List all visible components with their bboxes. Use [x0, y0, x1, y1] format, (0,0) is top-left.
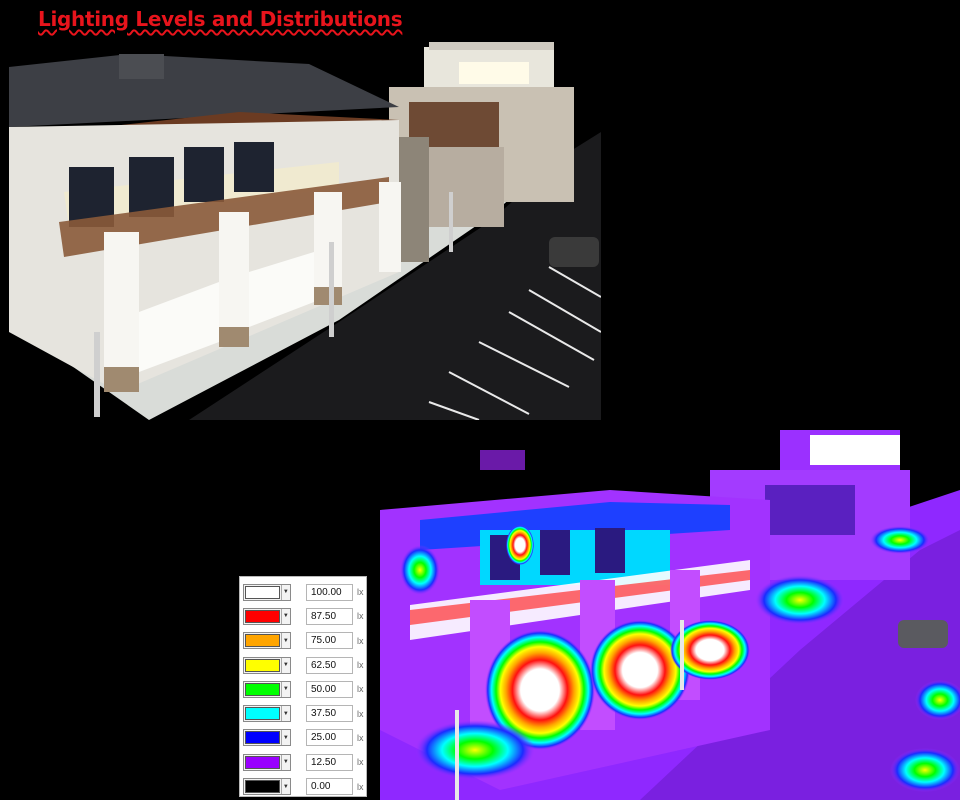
false-color-render-image [380, 430, 960, 800]
legend-row: ▼ 75.00 lx [243, 629, 366, 653]
legend-row: ▼ 62.50 lx [243, 653, 366, 677]
chevron-down-icon[interactable]: ▼ [280, 754, 290, 770]
color-swatch [245, 609, 280, 623]
chevron-down-icon[interactable]: ▼ [280, 657, 290, 673]
legend-row: ▼ 37.50 lx [243, 701, 366, 725]
legend-row: ▼ 0.00 lx [243, 774, 366, 798]
night-render-image [9, 42, 601, 420]
color-swatch [245, 780, 280, 794]
unit-label: lx [357, 635, 364, 646]
color-picker[interactable]: ▼ [243, 729, 291, 747]
color-picker[interactable]: ▼ [243, 753, 291, 771]
color-picker[interactable]: ▼ [243, 583, 291, 601]
unit-label: lx [357, 757, 364, 768]
color-picker[interactable]: ▼ [243, 656, 291, 674]
level-value-field[interactable]: 0.00 [306, 778, 353, 796]
unit-label: lx [357, 781, 364, 792]
level-value-field[interactable]: 62.50 [306, 656, 353, 674]
legend-row: ▼ 25.00 lx [243, 726, 366, 750]
color-swatch [245, 731, 280, 745]
illuminance-legend: ▼ 100.00 lx ▼ 87.50 lx ▼ 75.00 lx ▼ 62.50 lx ▼ 50.00 l… [239, 576, 367, 797]
legend-row: ▼ 12.50 lx [243, 750, 366, 774]
color-picker[interactable]: ▼ [243, 680, 291, 698]
level-value-field[interactable]: 12.50 [306, 753, 353, 771]
chevron-down-icon[interactable]: ▼ [280, 730, 290, 746]
level-value-field[interactable]: 37.50 [306, 705, 353, 723]
unit-label: lx [357, 684, 364, 695]
unit-label: lx [357, 660, 364, 671]
chevron-down-icon[interactable]: ▼ [280, 633, 290, 649]
color-swatch [245, 755, 280, 769]
color-swatch [245, 634, 280, 648]
chevron-down-icon[interactable]: ▼ [280, 681, 290, 697]
unit-label: lx [357, 708, 364, 719]
color-picker[interactable]: ▼ [243, 778, 291, 796]
color-picker[interactable]: ▼ [243, 632, 291, 650]
level-value-field[interactable]: 50.00 [306, 680, 353, 698]
chevron-down-icon[interactable]: ▼ [280, 706, 290, 722]
color-picker[interactable]: ▼ [243, 705, 291, 723]
chevron-down-icon[interactable]: ▼ [280, 584, 290, 600]
legend-row: ▼ 100.00 lx [243, 580, 366, 604]
level-value-field[interactable]: 75.00 [306, 632, 353, 650]
unit-label: lx [357, 587, 364, 598]
unit-label: lx [357, 732, 364, 743]
color-swatch [245, 585, 280, 599]
chevron-down-icon[interactable]: ▼ [280, 608, 290, 624]
color-swatch [245, 682, 280, 696]
color-swatch [245, 658, 280, 672]
color-swatch [245, 707, 280, 721]
chevron-down-icon[interactable]: ▼ [280, 779, 290, 795]
level-value-field[interactable]: 25.00 [306, 729, 353, 747]
unit-label: lx [357, 611, 364, 622]
color-picker[interactable]: ▼ [243, 607, 291, 625]
level-value-field[interactable]: 100.00 [306, 583, 353, 601]
legend-row: ▼ 87.50 lx [243, 604, 366, 628]
legend-row: ▼ 50.00 lx [243, 677, 366, 701]
page-title: Lighting Levels and Distributions [38, 7, 403, 31]
level-value-field[interactable]: 87.50 [306, 607, 353, 625]
